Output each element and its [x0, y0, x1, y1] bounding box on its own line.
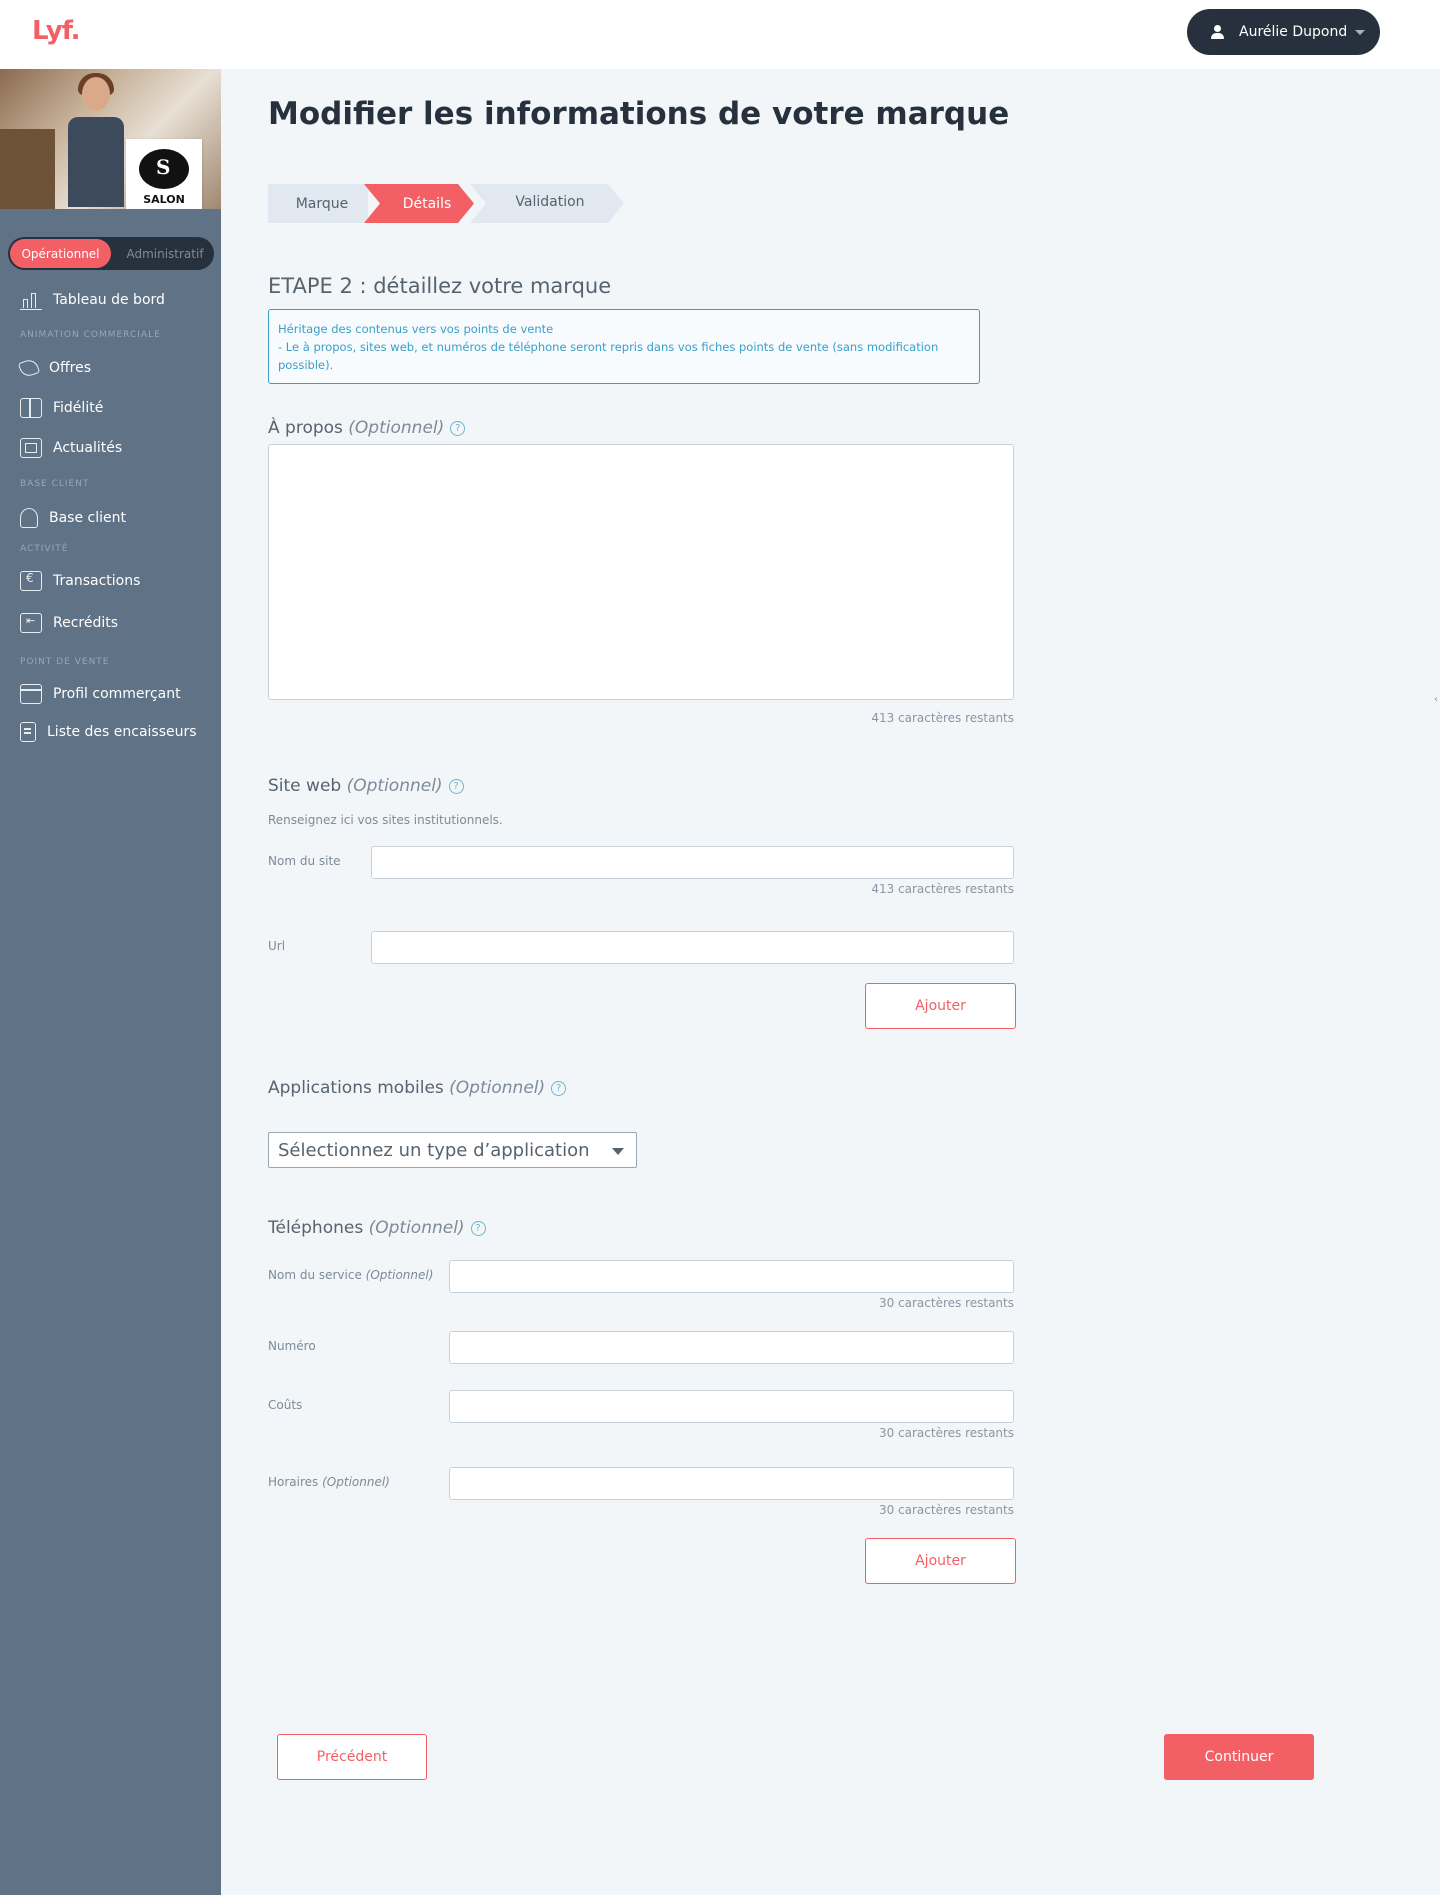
section-activite: ACTIVITÉ: [20, 544, 69, 554]
sidebar-item-transactions[interactable]: Transactions: [0, 566, 221, 596]
user-icon: [1211, 25, 1225, 39]
info-line-1: Héritage des contenus vers vos points de…: [278, 322, 554, 336]
sidebar-item-profil-commercant[interactable]: Profil commerçant: [0, 679, 221, 709]
app-type-select[interactable]: Sélectionnez un type d’application: [268, 1132, 637, 1168]
caret-down-icon: [612, 1148, 624, 1155]
website-hint: Renseignez ici vos sites institutionnels…: [268, 813, 503, 827]
brand-logo-text: SALON: [143, 192, 185, 206]
sidebar-item-base-client[interactable]: Base client: [0, 503, 221, 533]
toggle-operationnel[interactable]: Opérationnel: [10, 239, 111, 268]
user-icon: [20, 508, 38, 528]
step-details[interactable]: Détails: [372, 184, 482, 223]
sidebar-item-label: Offres: [49, 360, 92, 376]
service-name-input[interactable]: [449, 1260, 1014, 1293]
chart-icon: [20, 290, 42, 310]
cost-input[interactable]: [449, 1390, 1014, 1423]
cup-icon: [139, 148, 189, 189]
help-icon[interactable]: ?: [551, 1080, 567, 1096]
hours-label: Horaires (Optionnel): [268, 1475, 390, 1489]
app-logo[interactable]: Lyf.: [32, 16, 81, 46]
help-icon[interactable]: ?: [450, 420, 466, 436]
previous-button[interactable]: Précédent: [277, 1734, 427, 1780]
user-menu-button[interactable]: Aurélie Dupond: [1187, 9, 1380, 55]
hours-input[interactable]: [449, 1467, 1014, 1500]
section-animation-commerciale: ANIMATION COMMERCIALE: [20, 330, 161, 340]
service-name-label: Nom du service (Optionnel): [268, 1268, 434, 1282]
tag-icon: [17, 357, 41, 379]
number-label: Numéro: [268, 1339, 316, 1353]
service-name-counter: 30 caractères restants: [878, 1296, 1014, 1310]
sidebar-item-liste-encaisseurs[interactable]: Liste des encaisseurs: [0, 717, 221, 747]
sidebar-item-label: Fidélité: [53, 400, 104, 416]
help-icon[interactable]: ?: [448, 778, 464, 794]
site-name-label: Nom du site: [268, 854, 341, 868]
section-point-de-vente: POINT DE VENTE: [20, 657, 110, 667]
step-heading: ETAPE 2 : détaillez votre marque: [268, 274, 612, 298]
about-counter: 413 caractères restants: [871, 711, 1014, 725]
brand-logo: SALON: [126, 139, 202, 209]
news-icon: [20, 438, 42, 458]
site-name-input[interactable]: [371, 846, 1014, 879]
number-input[interactable]: [449, 1331, 1014, 1364]
user-name: Aurélie Dupond: [1239, 24, 1348, 40]
about-textarea[interactable]: [268, 444, 1014, 700]
cost-label: Coûts: [268, 1398, 303, 1412]
euro-icon: [20, 571, 42, 591]
apps-label: Applications mobiles (Optionnel)?: [268, 1078, 567, 1098]
add-website-button[interactable]: Ajouter: [865, 983, 1016, 1029]
continue-button[interactable]: Continuer: [1164, 1734, 1314, 1780]
brand-banner-image: SALON: [0, 69, 221, 209]
url-input[interactable]: [371, 931, 1014, 964]
list-icon: [20, 722, 36, 742]
sidebar: SALON Opérationnel Administratif Tableau…: [0, 69, 221, 1895]
cost-counter: 30 caractères restants: [878, 1426, 1014, 1440]
phones-label: Téléphones (Optionnel)?: [268, 1218, 486, 1238]
help-icon[interactable]: ?: [470, 1220, 486, 1236]
sidebar-item-label: Base client: [49, 510, 126, 526]
top-bar: Lyf. Aurélie Dupond: [0, 0, 1440, 69]
sidebar-item-label: Profil commerçant: [53, 686, 181, 702]
sidebar-item-fidelite[interactable]: Fidélité: [0, 393, 221, 423]
add-phone-button[interactable]: Ajouter: [865, 1538, 1016, 1584]
page-title: Modifier les informations de votre marqu…: [268, 96, 1010, 132]
gift-icon: [20, 398, 42, 418]
site-name-counter: 413 caractères restants: [871, 882, 1014, 896]
sidebar-item-recredits[interactable]: Recrédits: [0, 608, 221, 638]
sidebar-item-tableau-de-bord[interactable]: Tableau de bord: [0, 285, 221, 315]
sidebar-item-label: Liste des encaisseurs: [47, 724, 197, 740]
toggle-administratif[interactable]: Administratif: [118, 239, 212, 268]
caret-down-icon: [1355, 29, 1366, 35]
website-label: Site web (Optionnel)?: [268, 776, 464, 796]
hours-counter: 30 caractères restants: [878, 1503, 1014, 1517]
edge-mark: ‹: [1434, 694, 1438, 705]
app-type-select-value: Sélectionnez un type d’application: [278, 1139, 590, 1161]
sidebar-item-offres[interactable]: Offres: [0, 353, 221, 383]
info-box: Héritage des contenus vers vos points de…: [268, 309, 980, 384]
sidebar-item-label: Recrédits: [53, 615, 119, 631]
sidebar-item-label: Actualités: [53, 440, 123, 456]
mode-toggle[interactable]: Opérationnel Administratif: [8, 237, 214, 270]
recredit-icon: [20, 613, 42, 633]
about-label: À propos (Optionnel)?: [268, 418, 466, 438]
step-marque[interactable]: Marque: [268, 184, 376, 223]
sidebar-item-label: Transactions: [53, 573, 141, 589]
section-base-client: BASE CLIENT: [20, 479, 90, 489]
sidebar-item-actualites[interactable]: Actualités: [0, 433, 221, 463]
info-line-2: - Le à propos, sites web, et numéros de …: [278, 340, 939, 372]
sidebar-item-label: Tableau de bord: [53, 292, 165, 308]
url-label: Url: [268, 939, 286, 953]
step-validation[interactable]: Validation: [480, 182, 620, 221]
store-icon: [20, 684, 42, 704]
